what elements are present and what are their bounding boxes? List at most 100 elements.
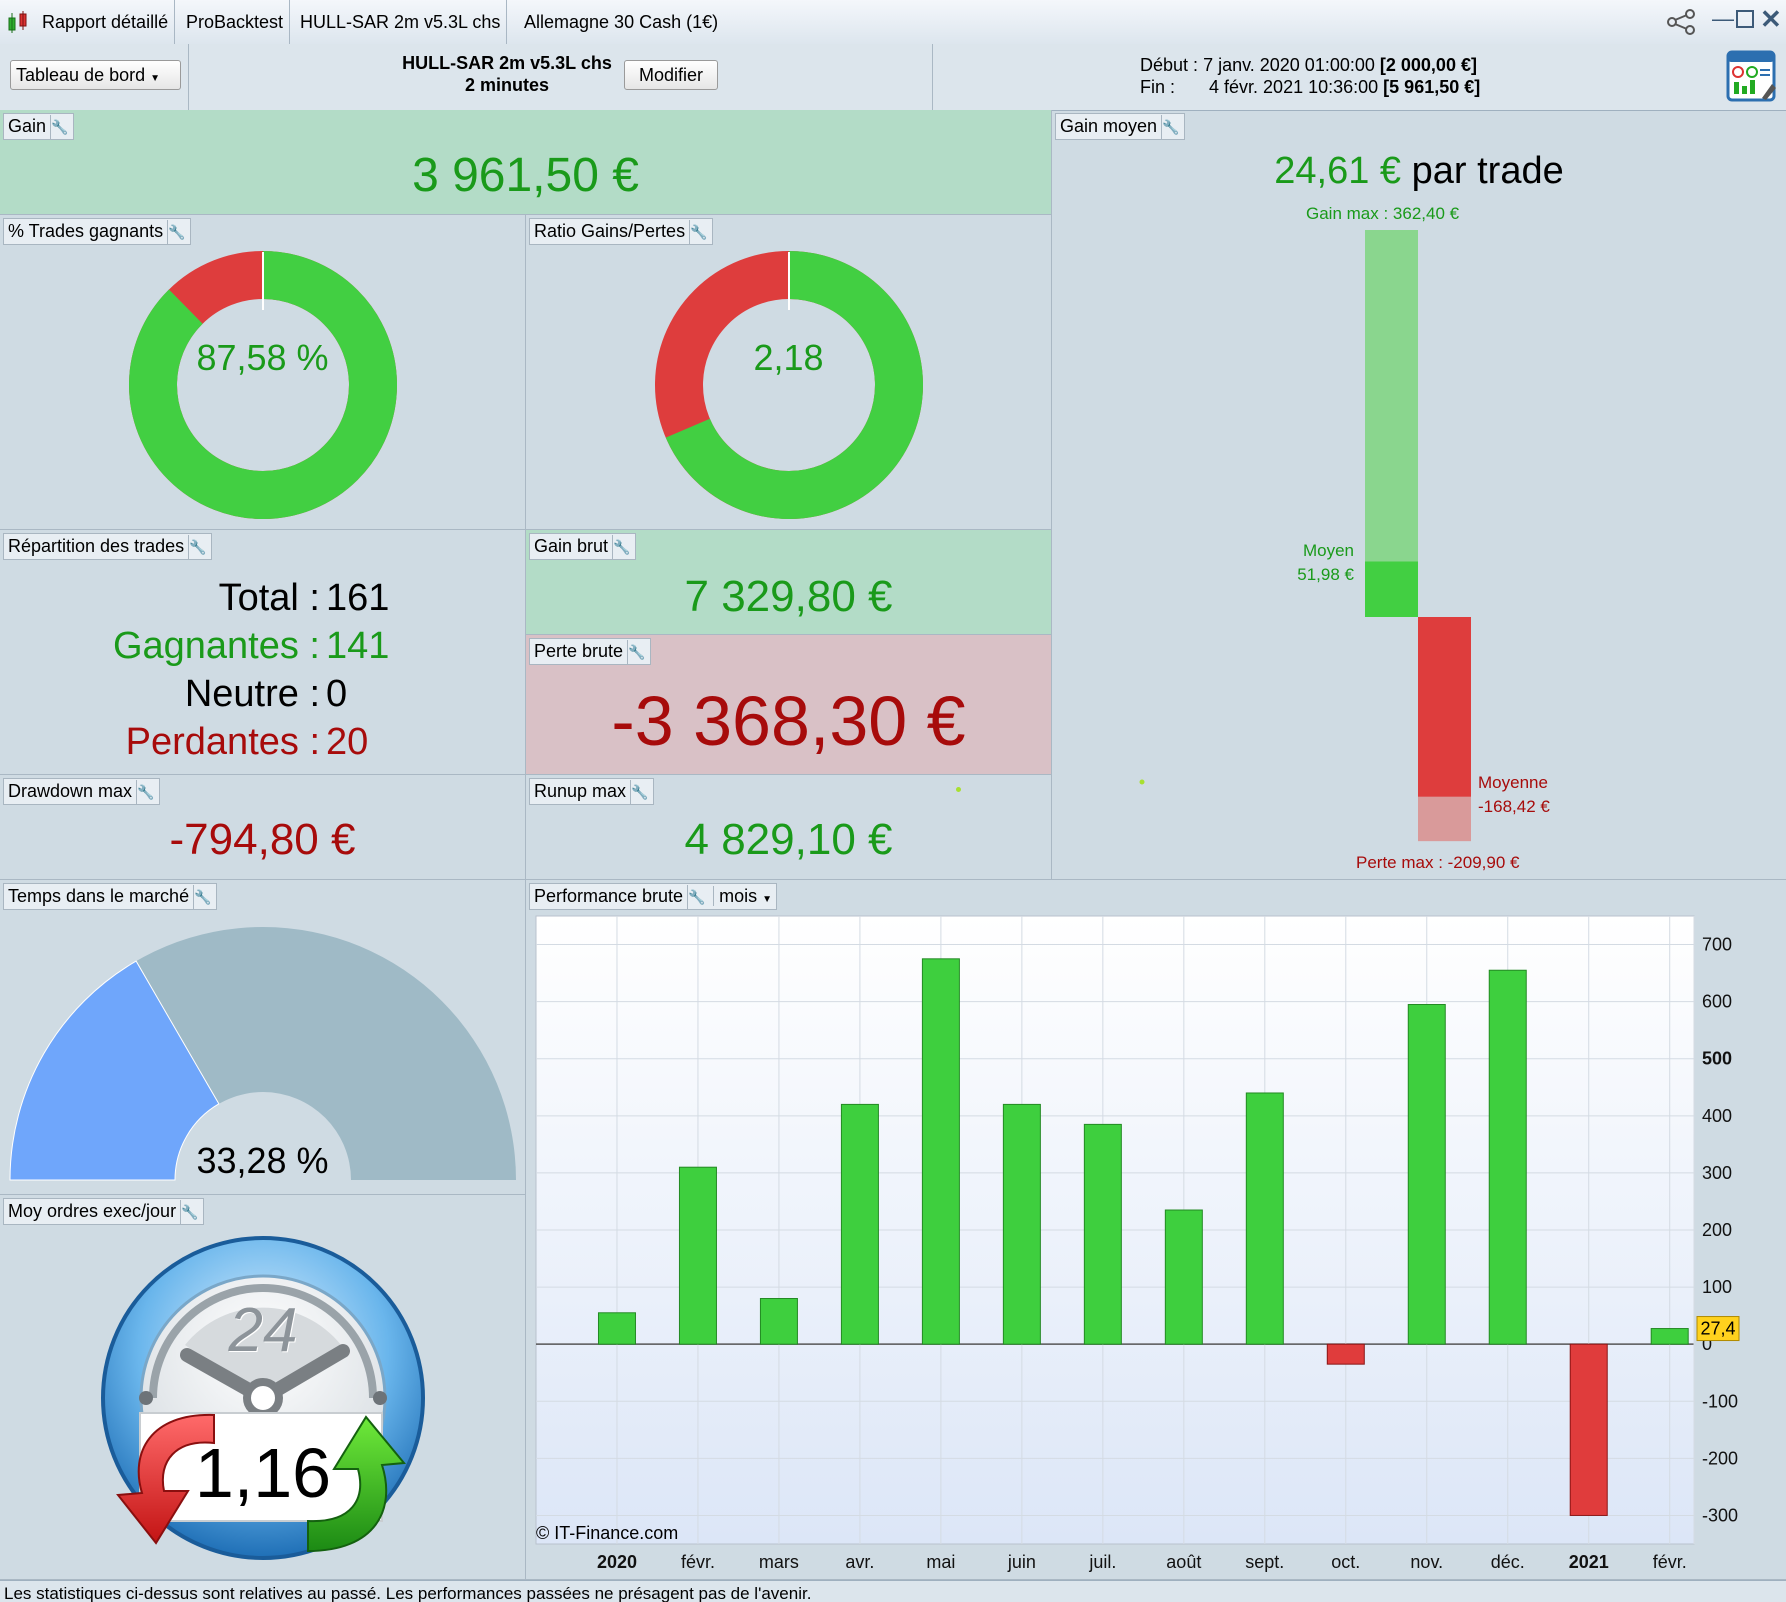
gross-performance-label[interactable]: Performance brute 🔧 mois ▼ <box>529 883 778 910</box>
loss-max-bar <box>1418 796 1471 842</box>
x-tick-label: juil. <box>1088 1552 1116 1572</box>
average-gain-bars <box>1139 230 1471 842</box>
orders-per-day-label[interactable]: Moy ordres exec/jour 🔧 <box>3 1198 205 1225</box>
losers-label: Perdantes : <box>125 721 320 763</box>
gain-value: 3 961,50 € <box>412 149 639 202</box>
drawdown-panel: Drawdown max 🔧 -794,80 € <box>0 775 526 880</box>
runup-label[interactable]: Runup max 🔧 <box>529 778 655 805</box>
end-amount: [5 961,50 €] <box>1383 77 1481 97</box>
wrench-icon[interactable]: 🔧 <box>180 1200 199 1225</box>
end-label: Fin : <box>1140 77 1176 97</box>
gross-gain-value: 7 329,80 € <box>684 572 893 621</box>
title-bar: Rapport détaillé ProBacktest HULL-SAR 2m… <box>0 0 1786 45</box>
share-icon[interactable] <box>1666 8 1700 36</box>
y-tick-label: 700 <box>1702 935 1732 955</box>
wrench-icon[interactable]: 🔧 <box>612 535 631 560</box>
time-in-market-label[interactable]: Temps dans le marché 🔧 <box>3 883 218 910</box>
last-value-label: 27,4 <box>1700 1319 1735 1339</box>
tab-strategy[interactable]: HULL-SAR 2m v5.3L chs <box>294 0 508 44</box>
wrench-icon[interactable]: 🔧 <box>167 220 186 245</box>
wrench-icon[interactable]: 🔧 <box>689 220 708 245</box>
candlestick-app-icon <box>8 11 27 33</box>
period-dropdown[interactable]: mois ▼ <box>713 886 773 906</box>
clock-icon <box>101 1236 425 1560</box>
average-win-bar <box>1365 561 1418 617</box>
wrench-icon[interactable]: 🔧 <box>188 535 207 560</box>
decor-dot <box>1139 779 1145 785</box>
period-dropdown-label: mois <box>719 886 758 906</box>
drawdown-label[interactable]: Drawdown max 🔧 <box>3 778 161 805</box>
x-tick-label: déc. <box>1491 1552 1525 1572</box>
minimize-icon[interactable]: — <box>1712 6 1734 32</box>
clock-hours: 24 <box>228 1296 298 1365</box>
ratio-donut <box>655 251 923 519</box>
bar-10 <box>1407 1003 1446 1345</box>
start-date: 7 janv. 2020 01:00:00 <box>1203 55 1375 75</box>
dashboard-dropdown[interactable]: Tableau de bord ▼ <box>10 60 181 90</box>
wrench-icon[interactable]: 🔧 <box>136 780 155 805</box>
ratio-panel: Ratio Gains/Pertes 🔧 2,18 <box>526 215 1052 530</box>
average-win-value: 51,98 € <box>1297 565 1354 585</box>
bar-5 <box>1002 1103 1041 1345</box>
winning-trades-donut <box>129 251 397 519</box>
wrench-icon[interactable]: 🔧 <box>50 115 69 140</box>
gross-gain-panel: Gain brut 🔧 7 329,80 € <box>526 530 1052 635</box>
ratio-label[interactable]: Ratio Gains/Pertes 🔧 <box>529 218 714 245</box>
x-tick-label: 2021 <box>1569 1552 1609 1572</box>
gain-panel-label[interactable]: Gain 🔧 <box>3 113 75 140</box>
drawdown-value: -794,80 € <box>169 815 356 864</box>
gross-gain-label[interactable]: Gain brut 🔧 <box>529 533 637 560</box>
x-tick-label: févr. <box>681 1552 715 1572</box>
tab-probacktest[interactable]: ProBacktest <box>180 0 291 44</box>
average-loss-annotation: Moyenne -168,42 € <box>1478 771 1550 819</box>
trade-distribution-label[interactable]: Répartition des trades 🔧 <box>3 533 213 560</box>
neutral-label: Neutre : <box>184 673 320 715</box>
x-tick-label: juin <box>1007 1552 1036 1572</box>
y-tick-label: 100 <box>1702 1277 1732 1297</box>
tab-detailed-report[interactable]: Rapport détaillé <box>36 0 176 44</box>
trade-distribution-panel: Répartition des trades 🔧 Total :161 Gagna… <box>0 530 526 775</box>
time-in-market-panel: Temps dans le marché 🔧 33,28 % <box>0 880 526 1195</box>
runup-value: 4 829,10 € <box>684 815 893 864</box>
modify-button[interactable]: Modifier <box>624 60 718 90</box>
bar-2 <box>759 1298 798 1345</box>
copyright-notice: © IT-Finance.com <box>536 1523 679 1543</box>
wrench-icon[interactable]: 🔧 <box>627 640 646 665</box>
tab-instrument[interactable]: Allemagne 30 Cash (1€) <box>518 0 724 44</box>
maximize-icon[interactable] <box>1736 10 1754 28</box>
dashboard-settings-icon[interactable] <box>1726 50 1778 104</box>
bar-13 <box>1650 1328 1689 1345</box>
winning-trades-value: 87,58 % <box>196 337 329 378</box>
average-gain-panel: Gain moyen 🔧 24,61 € par trade Gain max :… <box>1052 110 1786 880</box>
wrench-icon[interactable]: 🔧 <box>687 885 706 910</box>
x-tick-label: sept. <box>1245 1552 1284 1572</box>
x-tick-label: mai <box>926 1552 955 1572</box>
period-info: Début : 7 janv. 2020 01:00:00 [2 000,00 … <box>1140 54 1480 98</box>
average-win-annotation: Moyen 51,98 € <box>1242 539 1354 587</box>
gross-loss-panel: Perte brute 🔧 -3 368,30 € <box>526 635 1052 775</box>
gross-loss-label[interactable]: Perte brute 🔧 <box>529 638 652 665</box>
start-label: Début : <box>1140 55 1199 75</box>
decor-dot <box>956 787 961 792</box>
y-tick-label: 400 <box>1702 1106 1732 1126</box>
runup-panel: Runup max 🔧 4 829,10 € <box>526 775 1052 880</box>
bar-6 <box>1083 1123 1122 1345</box>
bar-11 <box>1488 969 1527 1345</box>
y-tick-label: 300 <box>1702 1163 1732 1183</box>
y-tick-label: -100 <box>1702 1391 1738 1411</box>
total-label: Total : <box>218 577 320 619</box>
y-tick-label: -200 <box>1702 1448 1738 1468</box>
wrench-icon[interactable]: 🔧 <box>630 780 649 805</box>
losers-value: 20 <box>326 721 369 763</box>
winning-trades-label[interactable]: % Trades gagnants 🔧 <box>3 218 192 245</box>
x-tick-label: 2020 <box>597 1552 637 1572</box>
end-date: 4 févr. 2021 10:36:00 <box>1209 77 1379 97</box>
x-tick-label: mars <box>759 1552 799 1572</box>
gain-panel: Gain 🔧 3 961,50 € <box>0 110 1052 215</box>
close-icon[interactable]: ✕ <box>1760 4 1782 35</box>
bar-1 <box>678 1166 717 1345</box>
y-tick-label: 600 <box>1702 992 1732 1012</box>
wrench-icon[interactable]: 🔧 <box>193 885 212 910</box>
neutral-value: 0 <box>326 673 348 715</box>
bar-8 <box>1245 1092 1284 1345</box>
